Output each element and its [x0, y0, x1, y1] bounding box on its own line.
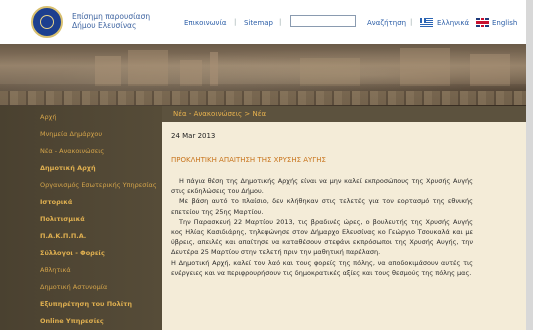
article-paragraph: Η πάγια θέση της Δημοτικής Αρχής είναι ν… — [171, 177, 473, 196]
lang-english-link[interactable]: English — [492, 19, 517, 27]
contact-link[interactable]: Επικοινωνία — [184, 19, 226, 27]
sitemap-link[interactable]: Sitemap — [244, 19, 273, 27]
banner-frieze — [0, 91, 533, 105]
sidebar-item-mayor-monuments[interactable]: Μνημεία Δημάρχου — [40, 130, 102, 138]
sidebar-item-municipal-authority[interactable]: Δημοτική Αρχή — [40, 164, 96, 172]
sidebar-item-online-services[interactable]: Online Υπηρεσίες — [40, 317, 104, 325]
sidebar-item-sports[interactable]: Αθλητικά — [40, 266, 71, 274]
nav-separator: | — [279, 18, 282, 26]
article-paragraph: Η Δημοτική Αρχή, καλεί τον λαό και τους … — [171, 258, 473, 277]
uk-flag-icon[interactable] — [476, 18, 489, 27]
article-body: Η πάγια θέση της Δημοτικής Αρχής είναι ν… — [171, 176, 473, 278]
sidebar-item-history[interactable]: Ιστορικά — [40, 198, 72, 206]
search-input[interactable] — [290, 15, 356, 27]
site-name[interactable]: Επίσημη παρουσίαση Δήμου Ελευσίνας — [72, 12, 150, 30]
nav-separator: | — [410, 18, 413, 26]
search-button[interactable]: Αναζήτηση — [367, 19, 406, 27]
greek-flag-icon[interactable] — [420, 18, 433, 27]
sidebar-item-municipal-police[interactable]: Δημοτική Αστυνομία — [40, 283, 107, 291]
municipality-logo[interactable] — [31, 6, 63, 38]
nav-separator: | — [234, 18, 237, 26]
breadcrumb[interactable]: Νέα - Ανακοινώσεις > Νέα — [173, 110, 266, 118]
sidebar-item-news[interactable]: Νέα - Ανακοινώσεις — [40, 147, 104, 155]
article-title: ΠΡΟΚΛΗΤΙΚΗ ΑΠΑΙΤΗΣΗ ΤΗΣ ΧΡΥΣΗΣ ΑΥΓΗΣ — [171, 156, 326, 164]
page-scrollbar[interactable] — [526, 0, 533, 330]
sidebar-item-pakppa[interactable]: Π.Α.Κ.Π.Π.Α. — [40, 232, 86, 240]
site-name-line1: Επίσημη παρουσίαση — [72, 12, 151, 21]
sidebar-item-internal-service[interactable]: Οργανισμός Εσωτερικής Υπηρεσίας — [40, 181, 157, 189]
sidebar-item-culture[interactable]: Πολιτισμικά — [40, 215, 85, 223]
article-paragraph: Με βάση αυτό το πλαίσιο, δεν κλήθηκαν στ… — [171, 197, 473, 216]
article-paragraph: Την Παρασκευή 22 Μαρτίου 2013, τις βραδι… — [171, 217, 473, 257]
lang-greek-link[interactable]: Ελληνικά — [437, 19, 469, 27]
article-date: 24 Mar 2013 — [171, 132, 216, 140]
sidebar-item-citizen-service[interactable]: Εξυπηρέτηση του Πολίτη — [40, 300, 132, 308]
site-name-line2: Δήμου Ελευσίνας — [72, 21, 137, 30]
sidebar-item-home[interactable]: Αρχή — [40, 113, 56, 121]
logo-emblem-icon — [40, 15, 54, 29]
sidebar-item-associations[interactable]: Σύλλογοι - Φορείς — [40, 249, 105, 257]
header-bar: Επίσημη παρουσίαση Δήμου Ελευσίνας Επικο… — [0, 0, 533, 44]
